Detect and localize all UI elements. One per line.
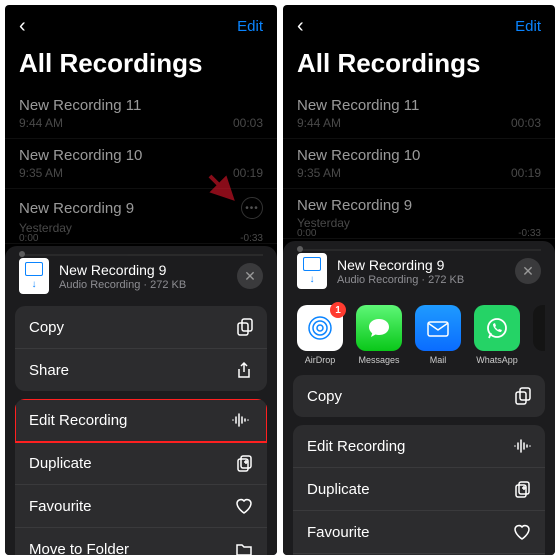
share-apps-row: 1 AirDrop Messages Mail WhatsApp Voic xyxy=(293,301,545,375)
mail-app[interactable]: Mail xyxy=(415,305,461,365)
airdrop-app[interactable]: 1 AirDrop xyxy=(297,305,343,365)
file-icon xyxy=(19,258,49,294)
recording-name: New Recording 11 xyxy=(19,97,263,114)
airdrop-icon: 1 xyxy=(297,305,343,351)
recording-name: New Recording 10 xyxy=(19,147,263,164)
close-icon[interactable]: ✕ xyxy=(237,263,263,289)
copy-icon xyxy=(235,318,253,336)
recording-row[interactable]: New Recording 11 9:44 AM00:03 xyxy=(283,89,555,139)
favourite-action[interactable]: Favourite xyxy=(293,511,545,554)
voice-memos-app[interactable]: Voic xyxy=(533,305,545,365)
copy-action[interactable]: Copy xyxy=(293,375,545,417)
whatsapp-app[interactable]: WhatsApp xyxy=(474,305,520,365)
page-title: All Recordings xyxy=(283,42,555,89)
annotation-arrow xyxy=(206,172,238,204)
mail-icon xyxy=(415,305,461,351)
duplicate-action[interactable]: Duplicate xyxy=(293,468,545,511)
share-sheet: New Recording 9 Audio Recording · 272 KB… xyxy=(283,241,555,555)
more-icon[interactable]: ••• xyxy=(241,197,263,219)
move-action[interactable]: Move to Folder xyxy=(15,528,267,555)
share-action[interactable]: Share xyxy=(15,349,267,391)
edit-button[interactable]: Edit xyxy=(515,18,541,35)
navbar: ‹ Edit xyxy=(283,5,555,42)
phone-left: ‹ Edit All Recordings New Recording 11 9… xyxy=(5,5,277,555)
edit-recording-action[interactable]: Edit Recording xyxy=(15,399,267,442)
folder-icon xyxy=(235,540,253,555)
recording-row[interactable]: New Recording 11 9:44 AM00:03 xyxy=(5,89,277,139)
copy-icon xyxy=(513,387,531,405)
heart-icon xyxy=(235,497,253,515)
waveform-icon xyxy=(513,437,531,455)
edit-recording-action[interactable]: Edit Recording xyxy=(293,425,545,468)
recording-name: New Recording 9 xyxy=(19,200,134,217)
messages-icon xyxy=(356,305,402,351)
file-icon xyxy=(297,253,327,289)
duplicate-icon xyxy=(235,454,253,472)
back-icon[interactable]: ‹ xyxy=(297,15,304,38)
sheet-meta: Audio Recording · 272 KB xyxy=(59,279,227,291)
navbar: ‹ Edit xyxy=(5,5,277,42)
back-icon[interactable]: ‹ xyxy=(19,15,26,38)
duplicate-icon xyxy=(513,480,531,498)
favourite-action[interactable]: Favourite xyxy=(15,485,267,528)
badge: 1 xyxy=(330,302,346,318)
sheet-title: New Recording 9 xyxy=(59,262,227,278)
heart-icon xyxy=(513,523,531,541)
waveform-icon xyxy=(231,411,249,429)
recording-row[interactable]: New Recording 10 9:35 AM00:19 xyxy=(283,139,555,189)
copy-action[interactable]: Copy xyxy=(15,306,267,349)
close-icon[interactable]: ✕ xyxy=(515,258,541,284)
voice-icon xyxy=(533,305,545,351)
action-sheet: New Recording 9 Audio Recording · 272 KB… xyxy=(5,246,277,555)
phone-right: ‹ Edit All Recordings New Recording 11 9… xyxy=(283,5,555,555)
edit-button[interactable]: Edit xyxy=(237,18,263,35)
whatsapp-icon xyxy=(474,305,520,351)
messages-app[interactable]: Messages xyxy=(356,305,402,365)
page-title: All Recordings xyxy=(5,42,277,89)
share-icon xyxy=(235,361,253,379)
duplicate-action[interactable]: Duplicate xyxy=(15,442,267,485)
move-action[interactable]: Move to Folder xyxy=(293,554,545,555)
